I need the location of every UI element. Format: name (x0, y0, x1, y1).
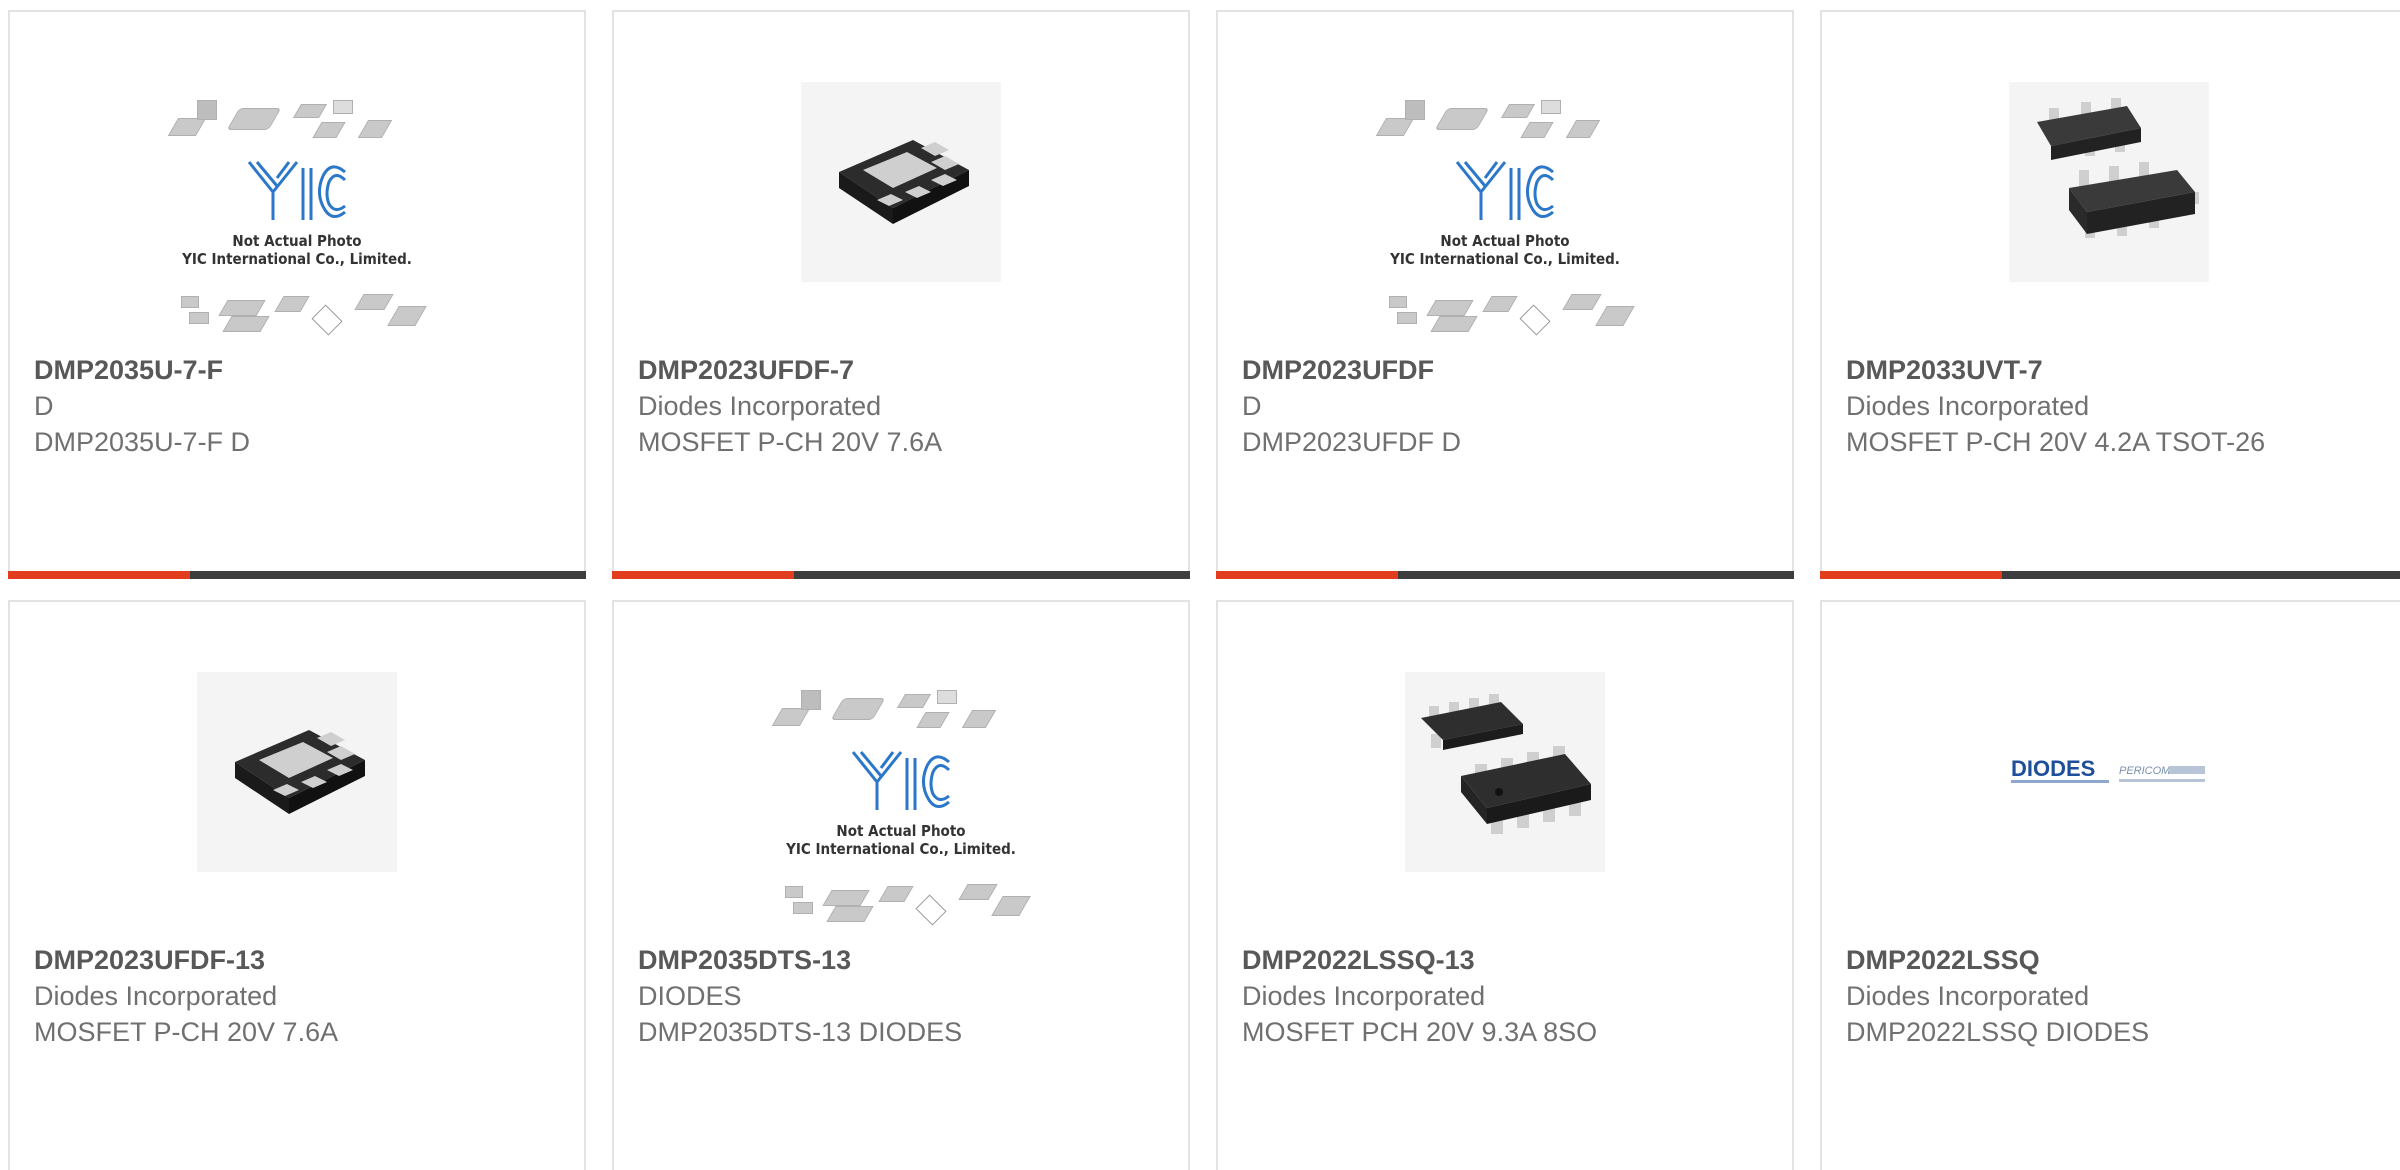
product-manufacturer: Diodes Incorporated (34, 981, 278, 1011)
product-part-number[interactable]: DMP2035DTS-13 (638, 942, 1164, 978)
placeholder-note: Not Actual Photo YIC International Co., … (786, 822, 1016, 858)
product-card[interactable]: DIODES PERICOM DMP2022LSSQ Diodes Incorp… (1820, 600, 2400, 1170)
placeholder-note: Not Actual Photo YIC International Co., … (1390, 232, 1620, 268)
card-progress-bar (1216, 571, 1794, 579)
card-progress-bar (1820, 571, 2400, 579)
product-description: MOSFET PCH 20V 9.3A 8SO (1242, 1017, 1598, 1047)
card-progress-bar (8, 571, 586, 579)
product-card[interactable]: DMP2023UFDF-13 Diodes Incorporated MOSFE… (8, 600, 586, 1170)
product-image-tsot26[interactable] (2009, 82, 2209, 282)
product-manufacturer: D (1242, 391, 1262, 421)
diodes-pericom-logo-icon: DIODES PERICOM (2011, 756, 2205, 783)
dfn-chip-icon (235, 730, 365, 814)
product-card[interactable]: DMP2033UVT-7 Diodes Incorporated MOSFET … (1820, 10, 2400, 579)
yic-logo-icon (247, 161, 347, 220)
product-card[interactable]: Not Actual Photo YIC International Co., … (8, 10, 586, 579)
yic-logo-icon (851, 751, 951, 810)
svg-text:PERICOM: PERICOM (2119, 765, 2171, 777)
product-description: DMP2022LSSQ DIODES (1846, 1017, 2150, 1047)
product-part-number[interactable]: DMP2035U-7-F (34, 352, 560, 388)
product-image-placeholder[interactable]: Not Actual Photo YIC International Co., … (167, 100, 427, 336)
placeholder-note: Not Actual Photo YIC International Co., … (182, 232, 412, 268)
yic-logo-icon (1455, 161, 1555, 220)
product-description: MOSFET P-CH 20V 7.6A (638, 427, 943, 457)
product-image-placeholder[interactable]: Not Actual Photo YIC International Co., … (1375, 100, 1635, 336)
product-part-number[interactable]: DMP2033UVT-7 (1846, 352, 2384, 388)
product-description: MOSFET P-CH 20V 4.2A TSOT-26 (1846, 427, 2266, 457)
product-image-brand-logo[interactable]: DIODES PERICOM (2009, 672, 2209, 872)
product-part-number[interactable]: DMP2022LSSQ-13 (1242, 942, 1768, 978)
product-image-placeholder[interactable]: Not Actual Photo YIC International Co., … (771, 690, 1031, 926)
dfn-chip-icon (839, 140, 969, 224)
product-image-so8[interactable] (1405, 672, 1605, 872)
product-part-number[interactable]: DMP2022LSSQ (1846, 942, 2384, 978)
svg-text:DIODES: DIODES (2011, 756, 2095, 781)
product-description: DMP2035DTS-13 DIODES (638, 1017, 963, 1047)
product-manufacturer: Diodes Incorporated (1846, 391, 2090, 421)
tsot26-chip-icon (2037, 98, 2199, 238)
product-image-dfn[interactable] (197, 672, 397, 872)
product-manufacturer: D (34, 391, 54, 421)
product-part-number[interactable]: DMP2023UFDF (1242, 352, 1768, 388)
so8-chip-icon (1421, 694, 1591, 834)
product-manufacturer: Diodes Incorporated (1846, 981, 2090, 1011)
product-manufacturer: DIODES (638, 981, 742, 1011)
product-card[interactable]: Not Actual Photo YIC International Co., … (1216, 10, 1794, 579)
product-card[interactable]: Not Actual Photo YIC International Co., … (612, 600, 1190, 1170)
product-description: DMP2023UFDF D (1242, 427, 1462, 457)
product-manufacturer: Diodes Incorporated (1242, 981, 1486, 1011)
product-description: DMP2035U-7-F D (34, 427, 251, 457)
product-description: MOSFET P-CH 20V 7.6A (34, 1017, 339, 1047)
card-progress-bar (612, 571, 1190, 579)
product-manufacturer: Diodes Incorporated (638, 391, 882, 421)
product-card[interactable]: DMP2022LSSQ-13 Diodes Incorporated MOSFE… (1216, 600, 1794, 1170)
product-image-dfn[interactable] (801, 82, 1001, 282)
product-part-number[interactable]: DMP2023UFDF-7 (638, 352, 1164, 388)
product-card[interactable]: DMP2023UFDF-7 Diodes Incorporated MOSFET… (612, 10, 1190, 579)
product-part-number[interactable]: DMP2023UFDF-13 (34, 942, 560, 978)
